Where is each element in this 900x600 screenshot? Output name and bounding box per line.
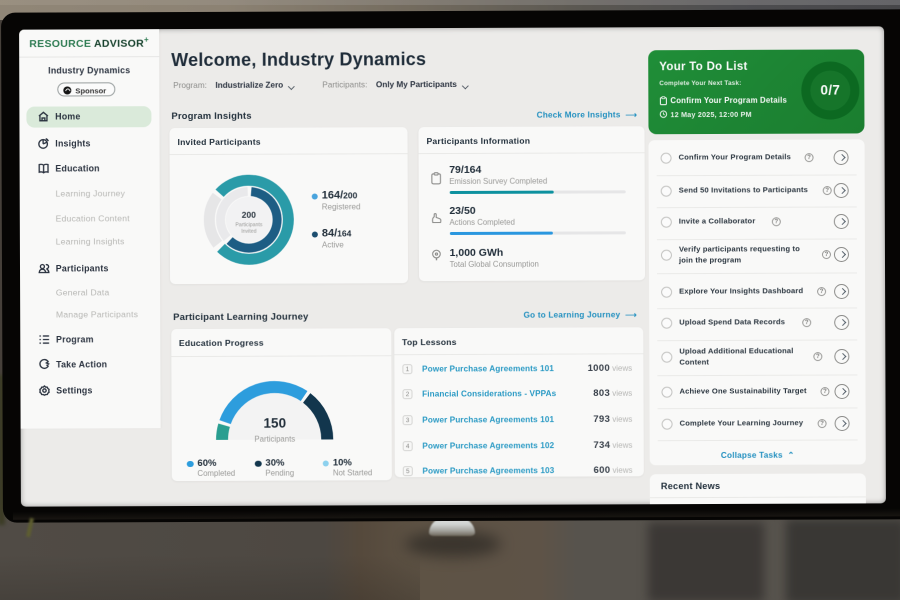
svg-text:200: 200 (241, 209, 255, 219)
svg-text:Invited: Invited (241, 228, 256, 234)
svg-text:Participants: Participants (235, 222, 263, 228)
